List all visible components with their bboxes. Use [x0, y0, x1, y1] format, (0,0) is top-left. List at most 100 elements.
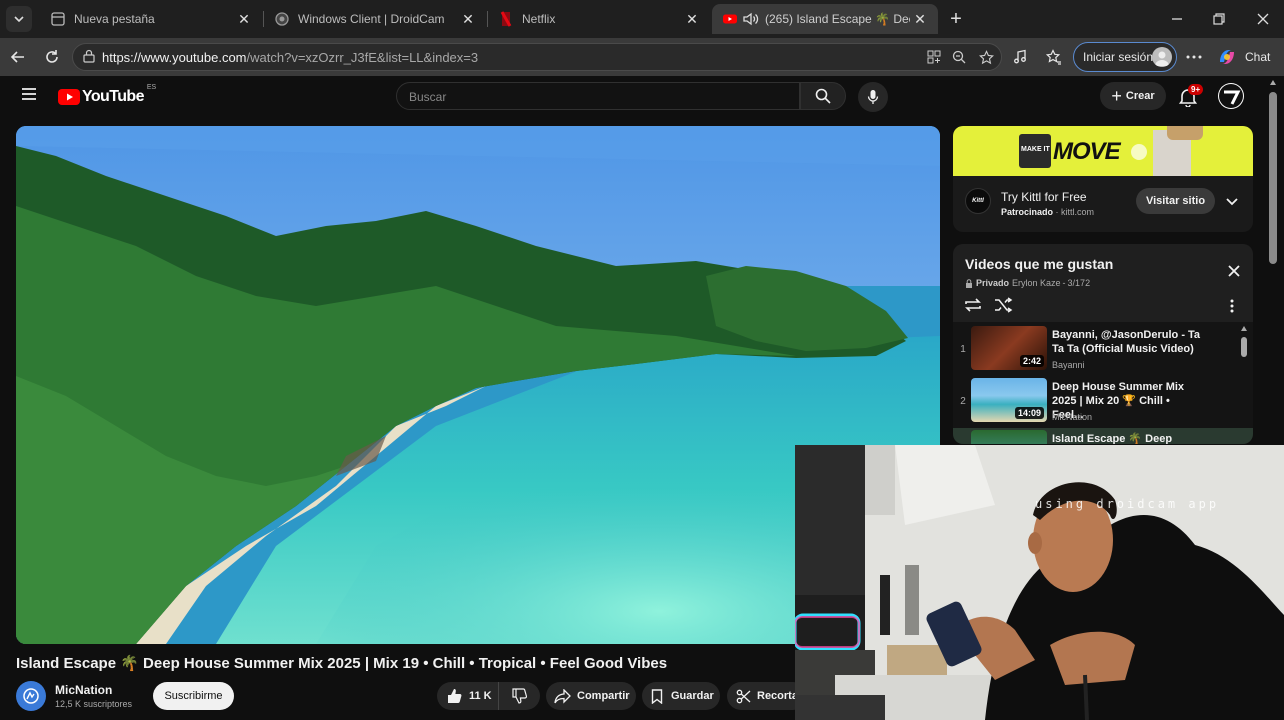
subscribe-button[interactable]: Suscribirme: [153, 682, 234, 710]
playlist-item-title: Island Escape 🌴 Deep House: [1052, 433, 1173, 444]
scissors-icon: [736, 689, 751, 703]
share-label: Compartir: [577, 690, 630, 702]
favorite-button[interactable]: [972, 43, 1000, 71]
ad-expand-button[interactable]: [1225, 194, 1239, 208]
minimize-button[interactable]: [1166, 8, 1188, 30]
back-arrow-icon: [10, 51, 24, 63]
chevron-down-icon: [1226, 198, 1238, 206]
tab-label: (265) Island Escape 🌴 Deep H: [765, 12, 910, 26]
tab-label: Netflix: [522, 12, 556, 26]
ad-domain: kittl.com: [1061, 207, 1095, 217]
site-info-icon[interactable]: [82, 49, 96, 63]
copilot-icon: [1220, 50, 1234, 64]
plus-icon: +: [1111, 86, 1122, 106]
close-tab-icon[interactable]: ✕: [910, 9, 930, 29]
tab-list-button[interactable]: [6, 6, 32, 32]
tab-netflix[interactable]: Netflix ✕: [488, 4, 710, 34]
tab-label: Nueva pestaña: [74, 12, 155, 26]
create-button[interactable]: + Crear: [1100, 82, 1166, 110]
webcam-feed-image: [795, 445, 1284, 720]
playlist-item-thumbnail: 2:42: [971, 326, 1047, 370]
speaker-icon[interactable]: [742, 11, 760, 27]
search-input[interactable]: Buscar: [409, 90, 446, 104]
notification-count-badge: 9+: [1188, 84, 1204, 95]
share-button[interactable]: Compartir: [546, 682, 636, 710]
search-box[interactable]: Buscar: [396, 82, 800, 110]
voice-search-button[interactable]: [858, 82, 888, 112]
playlist-item[interactable]: 1 2:42 Bayanni, @JasonDerulo - Ta Ta Ta …: [953, 324, 1253, 376]
tab-label: Windows Client | DroidCam: [298, 12, 445, 26]
reload-button[interactable]: [38, 43, 66, 71]
page-icon: [51, 12, 65, 26]
playlist-item-title: Bayanni, @JasonDerulo - Ta Ta Ta (Offici…: [1052, 329, 1201, 355]
account-avatar[interactable]: [1218, 83, 1244, 109]
youtube-logo-icon: [58, 89, 80, 105]
youtube-logo[interactable]: YouTube ES: [58, 84, 156, 108]
notifications-button[interactable]: 9+: [1178, 84, 1204, 108]
close-icon: [1257, 13, 1269, 25]
restore-button[interactable]: [1208, 8, 1230, 30]
scrollbar-up-arrow[interactable]: [1270, 80, 1276, 85]
dislike-button[interactable]: [499, 682, 539, 710]
like-button[interactable]: 11 K: [437, 682, 499, 710]
close-tab-icon[interactable]: ✕: [458, 9, 478, 29]
zoom-button[interactable]: [945, 43, 973, 71]
minimize-icon: [1172, 18, 1182, 20]
signin-button[interactable]: Iniciar sesión: [1073, 42, 1177, 72]
tab-new-tab[interactable]: Nueva pestaña ✕: [40, 4, 262, 34]
chat-label: Chat: [1245, 50, 1271, 64]
tab-droidcam[interactable]: Windows Client | DroidCam ✕: [264, 4, 486, 34]
channel-name[interactable]: MicNation: [55, 683, 112, 697]
tab-youtube-active[interactable]: (265) Island Escape 🌴 Deep H ✕: [712, 4, 938, 34]
save-button[interactable]: Guardar: [642, 682, 720, 710]
save-label: Guardar: [671, 690, 714, 702]
favorites-button[interactable]: [1040, 43, 1068, 71]
playlist-item-number: 2: [960, 396, 966, 407]
app-available-button[interactable]: [920, 43, 948, 71]
visit-site-button[interactable]: Visitar sitio: [1136, 188, 1215, 214]
playlist-panel: Videos que me gustan Privado Erylon Kaze…: [953, 244, 1253, 444]
signin-label: Iniciar sesión: [1083, 50, 1154, 64]
back-button[interactable]: [4, 43, 32, 71]
playlist-more-button[interactable]: [1230, 299, 1234, 313]
playlist-item-number: 1: [960, 344, 966, 355]
zoom-icon: [952, 50, 966, 64]
shuffle-button[interactable]: [993, 297, 1013, 313]
thumbs-down-icon: [512, 688, 527, 704]
channel-avatar[interactable]: [16, 681, 46, 711]
loop-button[interactable]: [963, 297, 983, 313]
hamburger-menu-button[interactable]: [20, 86, 42, 106]
page-scrollbar[interactable]: [1268, 80, 1278, 440]
repeat-icon: [965, 298, 981, 312]
scrollbar-thumb[interactable]: [1269, 92, 1277, 264]
playlist-close-button[interactable]: [1227, 264, 1241, 278]
extensions-button[interactable]: [1006, 43, 1034, 71]
url-text[interactable]: https://www.youtube.com/watch?v=xzOzrr_J…: [102, 50, 478, 65]
search-button[interactable]: [800, 82, 846, 110]
playlist-meta: Privado Erylon Kaze - 3/172: [965, 278, 1090, 288]
webcam-watermark: using droidcam app: [1035, 497, 1220, 511]
duration-badge: 14:09: [1014, 407, 1044, 419]
video-title: Island Escape 🌴 Deep House Summer Mix 20…: [16, 655, 668, 672]
more-menu-button[interactable]: [1180, 43, 1208, 71]
ad-title[interactable]: Try Kittl for Free: [1001, 190, 1087, 204]
youtube-wordmark: YouTube: [82, 88, 144, 105]
playlist-item-thumbnail: 14:09: [971, 378, 1047, 422]
close-tab-icon[interactable]: ✕: [682, 9, 702, 29]
close-window-button[interactable]: [1252, 8, 1274, 30]
playlist-item-current[interactable]: Island Escape 🌴 Deep House: [953, 428, 1253, 444]
playlist-position-sep: -: [1062, 278, 1066, 288]
lock-icon: [966, 278, 972, 288]
ad-banner[interactable]: MAKE IT MOVE: [953, 126, 1253, 176]
reload-icon: [46, 50, 58, 63]
copilot-chat-button[interactable]: Chat: [1216, 44, 1278, 70]
playlist-owner[interactable]: Erylon Kaze: [1012, 278, 1061, 288]
droidcam-icon: [275, 12, 289, 26]
close-tab-icon[interactable]: ✕: [234, 9, 254, 29]
playlist-title[interactable]: Videos que me gustan: [965, 256, 1113, 272]
new-tab-button[interactable]: +: [944, 8, 968, 30]
sponsored-ad-card[interactable]: MAKE IT MOVE Kittl Try Kittl for Free Pa…: [953, 126, 1253, 232]
ad-play-icon: [1131, 144, 1147, 160]
webcam-overlay[interactable]: using droidcam app: [795, 445, 1284, 720]
playlist-item[interactable]: 2 14:09 Deep House Summer Mix 2025 | Mix…: [953, 376, 1253, 428]
